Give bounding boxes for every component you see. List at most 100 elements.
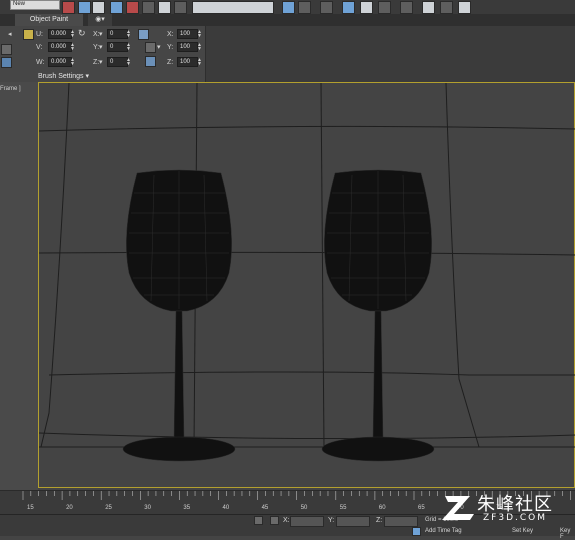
lock-icon[interactable] [254, 516, 263, 525]
mirror-icon[interactable] [174, 1, 187, 14]
watermark-text-en: ZF3D.COM [483, 513, 547, 523]
layer-manager-icon[interactable] [298, 1, 311, 14]
grid-lines [39, 83, 575, 448]
paint-brush-icon[interactable] [23, 29, 34, 40]
schematic-view-icon[interactable] [360, 1, 373, 14]
spinner-snap-icon[interactable] [126, 1, 139, 14]
tab-visibility-toggle[interactable]: ◉▾ [88, 14, 112, 26]
rotate-icon[interactable]: ↻ [78, 29, 86, 38]
brush-settings-dropdown[interactable]: Brush Settings ▾ [38, 72, 89, 80]
z-coord-label: Z: [376, 517, 383, 524]
timeline-tick-label: 65 [418, 505, 425, 511]
glass-base-left [122, 436, 236, 462]
angle-snap-icon[interactable] [92, 1, 105, 14]
x-scale-spinner[interactable]: 100 [177, 29, 198, 39]
timeline-tick-label: 55 [339, 505, 347, 511]
name-field[interactable]: New [10, 0, 60, 10]
z-rot-dropdown-icon[interactable]: ▾ [99, 58, 103, 67]
key-filters-button[interactable]: Key F [560, 528, 575, 540]
viewport-perspective[interactable] [38, 82, 575, 488]
edit-named-sets-icon[interactable] [158, 1, 171, 14]
grid-line [39, 432, 575, 440]
y-rot-arrows[interactable]: ▲ ▼ [126, 43, 131, 52]
z-scale-arrows[interactable]: ▲ ▼ [197, 58, 202, 67]
timeline-tick-label: 20 [66, 505, 73, 511]
x-rot-spinner[interactable]: 0 [107, 29, 128, 39]
z-rot-spinner[interactable]: 0 [107, 57, 128, 67]
y-scale-arrows[interactable]: ▲ ▼ [197, 43, 202, 52]
glass-base-right [321, 436, 435, 462]
grid-line [40, 83, 70, 448]
timeline-tick-label: 45 [261, 505, 269, 511]
z-coord-field[interactable] [384, 516, 418, 527]
viewport-scene [39, 83, 575, 462]
y-rot-dropdown-icon[interactable]: ▾ [99, 43, 103, 52]
scale-axis-dropdown-icon[interactable]: ▾ [157, 43, 161, 52]
glass-stem-right [372, 310, 384, 440]
curve-editor-icon[interactable] [342, 1, 355, 14]
z-scale-label: Z: [167, 59, 174, 66]
named-selection-icon[interactable] [142, 1, 155, 14]
magnet-icon[interactable] [62, 1, 75, 14]
ribbon-tabbar [0, 14, 575, 26]
v-spinner[interactable]: 0.000 [48, 42, 72, 52]
left-arrows[interactable]: ◂ [8, 30, 12, 39]
scale-uniform-icon[interactable] [1, 57, 12, 68]
render-icon[interactable] [440, 1, 453, 14]
u-spinner-arrows[interactable]: ▲ ▼ [70, 30, 75, 39]
ribbon-empty-area [206, 26, 575, 82]
rendered-frame-icon[interactable] [422, 1, 435, 14]
timeline-tick-label: 25 [105, 505, 112, 511]
z-scale-spinner[interactable]: 100 [177, 57, 198, 67]
y-scale-spinner[interactable]: 100 [177, 42, 198, 52]
y-scale-label: Y: [167, 44, 174, 51]
scale-icon[interactable] [138, 29, 149, 40]
left-panel [0, 82, 38, 490]
w-label: W: [36, 59, 45, 66]
set-key-button[interactable]: Set Key [512, 528, 533, 534]
x-coord-label: X: [283, 517, 290, 524]
viewport-shading-label[interactable]: Frame ] [0, 86, 21, 92]
u-label: U: [36, 31, 43, 38]
grid-line [39, 125, 575, 132]
percent-snap-icon[interactable] [110, 1, 123, 14]
add-time-tag-button[interactable]: Add Time Tag [425, 528, 462, 534]
align-to-normal-icon[interactable] [1, 44, 12, 55]
timeline-tick-label: 40 [222, 505, 230, 511]
toggle-ribbon-icon[interactable] [320, 1, 333, 14]
x-rot-dropdown-icon[interactable]: ▾ [99, 30, 103, 39]
render-setup-icon[interactable] [400, 1, 413, 14]
tab-object-paint[interactable]: Object Paint [15, 14, 83, 26]
u-spinner[interactable]: 0.000 [48, 29, 72, 39]
x-coord-field[interactable] [290, 516, 324, 527]
selection-sets-field[interactable] [192, 1, 274, 14]
y-coord-label: Y: [328, 517, 335, 524]
grid-line [39, 251, 575, 256]
name-field-value: New [13, 1, 26, 7]
absolute-mode-icon[interactable] [270, 516, 279, 525]
scale-axis-icon[interactable] [145, 42, 156, 53]
grid-line [445, 83, 480, 448]
timeline-tick-label: 35 [183, 505, 191, 511]
timeline-tick-label: 15 [27, 505, 34, 511]
align-icon[interactable] [282, 1, 295, 14]
v-spinner-arrows[interactable]: ▲ ▼ [70, 43, 75, 52]
y-coord-field[interactable] [336, 516, 370, 527]
x-scale-arrows[interactable]: ▲ ▼ [197, 30, 202, 39]
x-rot-arrows[interactable]: ▲ ▼ [126, 30, 131, 39]
timeline-tick-label: 50 [300, 505, 308, 511]
glass-stem-left [173, 310, 185, 440]
render-production-icon[interactable] [458, 1, 471, 14]
grid-line [320, 83, 325, 448]
random-scale-icon[interactable] [145, 56, 156, 67]
w-spinner[interactable]: 0.000 [48, 57, 72, 67]
material-editor-icon[interactable] [378, 1, 391, 14]
snap-icon[interactable] [78, 1, 91, 14]
timeline-tick-label: 60 [378, 505, 386, 511]
w-spinner-arrows[interactable]: ▲ ▼ [70, 58, 75, 67]
z-rot-arrows[interactable]: ▲ ▼ [126, 58, 131, 67]
y-rot-spinner[interactable]: 0 [107, 42, 128, 52]
timeline-tick-label: 30 [144, 505, 151, 511]
x-scale-label: X: [167, 31, 174, 38]
v-label: V: [36, 44, 43, 51]
